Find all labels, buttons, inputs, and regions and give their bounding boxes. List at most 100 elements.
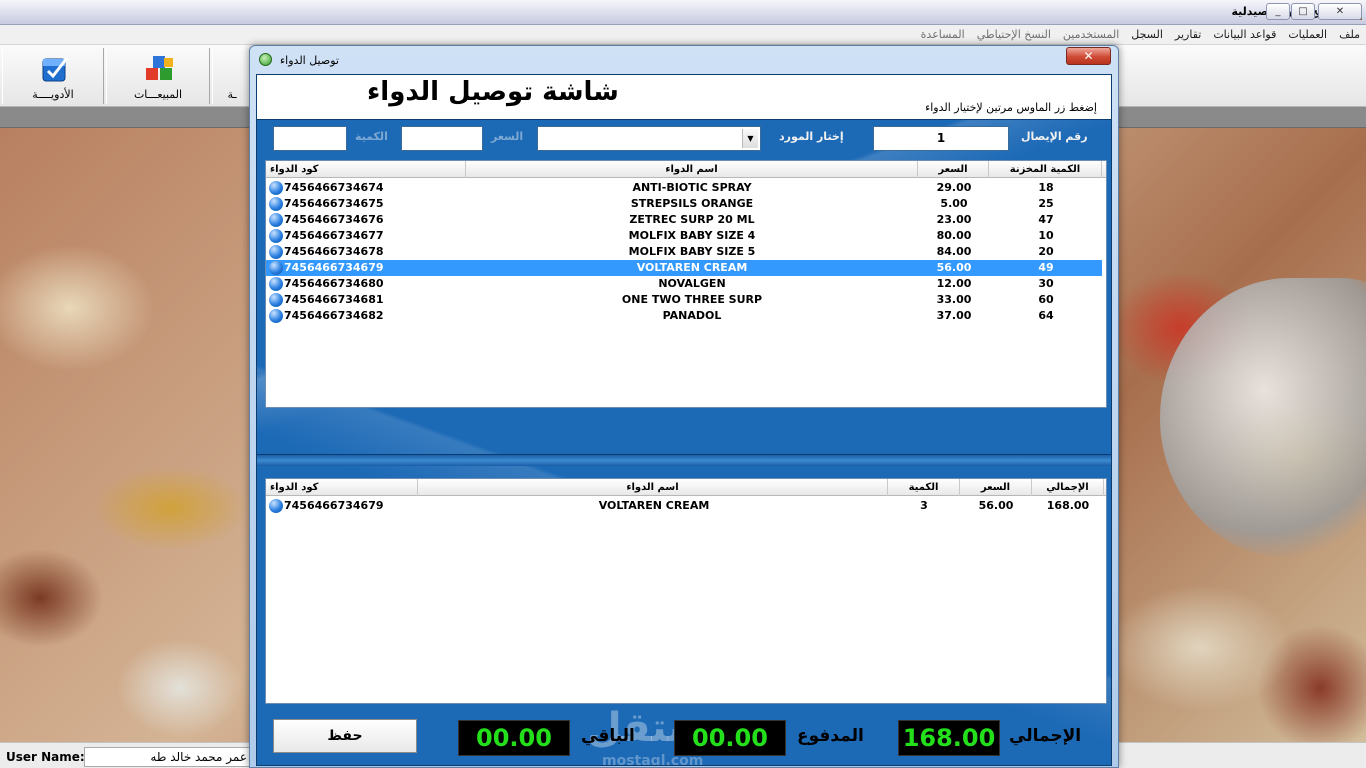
- medicine-bullet-icon: [269, 309, 283, 323]
- row-qty: 3: [920, 499, 928, 512]
- menu-backup[interactable]: النسخ الإحتياطي: [977, 28, 1051, 41]
- price-label: السعر: [491, 130, 524, 143]
- row-name: STREPSILS ORANGE: [630, 197, 754, 210]
- dialog-title-bar: توصيل الدواء ✕: [250, 46, 1118, 73]
- row-price: 37.00: [936, 309, 972, 322]
- row-code: 7456466734679: [284, 261, 384, 274]
- row-total: 168.00: [1046, 499, 1090, 512]
- menu-file[interactable]: ملف: [1339, 28, 1360, 41]
- delivery-items-list[interactable]: كود الدواء اسم الدواء الكمية السعر الإجم…: [265, 478, 1107, 704]
- column-header-price[interactable]: السعر: [918, 161, 989, 178]
- supplier-select[interactable]: ▼: [537, 126, 761, 151]
- row-name: VOLTAREN CREAM: [636, 261, 748, 274]
- row-price: 56.00: [936, 261, 972, 274]
- close-button[interactable]: ✕: [1318, 3, 1362, 20]
- column-header-name[interactable]: اسم الدواء: [418, 479, 888, 496]
- row-name: ZETREC SURP 20 ML: [629, 213, 755, 226]
- row-name: MOLFIX BABY SIZE 5: [628, 245, 756, 258]
- table-row[interactable]: 7456466734679 VOLTAREN CREAM 3 56.00 168.00: [266, 498, 1102, 514]
- column-header-price[interactable]: السعر: [960, 479, 1032, 496]
- menu-log[interactable]: السجل: [1131, 28, 1163, 41]
- save-button[interactable]: حفظ: [273, 719, 417, 753]
- row-stock-qty: 47: [1038, 213, 1054, 226]
- row-price: 23.00: [936, 213, 972, 226]
- row-stock-qty: 60: [1038, 293, 1054, 306]
- medicine-bullet-icon: [269, 229, 283, 243]
- minimize-button[interactable]: _: [1266, 3, 1290, 20]
- lists-separator: [257, 454, 1111, 466]
- supplier-label: إختار المورد: [779, 130, 844, 143]
- table-row[interactable]: 7456466734677 MOLFIX BABY SIZE 4 80.00 10: [266, 228, 1102, 244]
- delivery-list-header: كود الدواء اسم الدواء الكمية السعر الإجم…: [266, 479, 1106, 496]
- menu-help[interactable]: المساعدة: [921, 28, 965, 41]
- user-name-label: User Name:: [6, 750, 85, 764]
- dialog-header: شاشة توصيل الدواء إضغط زر الماوس مرتين ل…: [257, 75, 1111, 120]
- dialog-close-button[interactable]: ✕: [1066, 47, 1111, 65]
- table-row[interactable]: 7456466734674 ANTI-BIOTIC SPRAY 29.00 18: [266, 180, 1102, 196]
- row-code: 7456466734674: [284, 181, 384, 194]
- table-row[interactable]: 7456466734678 MOLFIX BABY SIZE 5 84.00 20: [266, 244, 1102, 260]
- row-stock-qty: 25: [1038, 197, 1054, 210]
- screen-heading: شاشة توصيل الدواء: [367, 77, 619, 107]
- row-code: 7456466734679: [284, 499, 384, 512]
- sales-label: المبيعـــات: [133, 88, 183, 101]
- row-name: VOLTAREN CREAM: [598, 499, 710, 512]
- medicine-bullet-icon: [269, 261, 283, 275]
- stock-list-header: كود الدواء اسم الدواء السعر الكمية المخز…: [266, 161, 1106, 178]
- medicine-bullet-icon: [269, 277, 283, 291]
- medicine-bullet-icon: [269, 245, 283, 259]
- paid-display: 00.00: [674, 720, 786, 756]
- refresh-icon: [259, 53, 272, 66]
- row-stock-qty: 64: [1038, 309, 1054, 322]
- table-row[interactable]: 7456466734680 NOVALGEN 12.00 30: [266, 276, 1102, 292]
- total-display: 168.00: [898, 720, 1000, 756]
- table-row[interactable]: 7456466734676 ZETREC SURP 20 ML 23.00 47: [266, 212, 1102, 228]
- column-header-code[interactable]: كود الدواء: [266, 479, 418, 496]
- menu-users[interactable]: المستخدمين: [1063, 28, 1119, 41]
- column-header-code[interactable]: كود الدواء: [266, 161, 466, 178]
- row-price: 5.00: [940, 197, 968, 210]
- sales-button[interactable]: المبيعـــات: [106, 48, 210, 104]
- column-header-stock-qty[interactable]: الكمية المخزنة: [989, 161, 1102, 178]
- row-price: 29.00: [936, 181, 972, 194]
- chevron-down-icon[interactable]: ▼: [742, 129, 758, 148]
- row-code: 7456466734681: [284, 293, 384, 306]
- column-header-name[interactable]: اسم الدواء: [466, 161, 918, 178]
- toolbar-partial-label: ـة: [227, 88, 237, 101]
- price-input[interactable]: [401, 126, 483, 151]
- row-code: 7456466734677: [284, 229, 384, 242]
- toolbar-button-partial[interactable]: ـة: [212, 48, 252, 104]
- sales-boxes-icon: [146, 56, 173, 80]
- menu-databases[interactable]: قواعد البيانات: [1213, 28, 1276, 41]
- user-name-value: عمر محمد خالد طه: [84, 747, 252, 767]
- dialog-body: شاشة توصيل الدواء إضغط زر الماوس مرتين ل…: [256, 74, 1112, 766]
- main-title-bar: برنامج إدارة الصيدلية _ □ ✕: [0, 0, 1366, 25]
- medicines-button[interactable]: الأدويــــة: [2, 48, 104, 104]
- medicines-label: الأدويــــة: [32, 88, 74, 101]
- dialog-title: توصيل الدواء: [280, 54, 339, 67]
- table-row[interactable]: 7456466734682 PANADOL 37.00 64: [266, 308, 1102, 324]
- receipt-number-input[interactable]: 1: [873, 126, 1009, 151]
- column-header-total[interactable]: الإجمالي: [1032, 479, 1104, 496]
- medicine-bullet-icon: [269, 499, 283, 513]
- double-click-hint: إضغط زر الماوس مرتين لإختيار الدواء: [925, 101, 1097, 114]
- delivery-dialog: توصيل الدواء ✕ شاشة توصيل الدواء إضغط زر…: [249, 45, 1119, 768]
- row-stock-qty: 49: [1038, 261, 1054, 274]
- menu-reports[interactable]: تقارير: [1175, 28, 1201, 41]
- table-row[interactable]: 7456466734681 ONE TWO THREE SURP 33.00 60: [266, 292, 1102, 308]
- stock-medicines-list[interactable]: كود الدواء اسم الدواء السعر الكمية المخز…: [265, 160, 1107, 408]
- table-row-selected[interactable]: 7456466734679 VOLTAREN CREAM 56.00 49: [266, 260, 1102, 276]
- quantity-input[interactable]: [273, 126, 347, 151]
- quantity-label: الكمية: [355, 130, 388, 143]
- row-price: 80.00: [936, 229, 972, 242]
- row-code: 7456466734680: [284, 277, 384, 290]
- column-header-qty[interactable]: الكمية: [888, 479, 960, 496]
- row-price: 84.00: [936, 245, 972, 258]
- row-name: NOVALGEN: [658, 277, 726, 290]
- maximize-button[interactable]: □: [1291, 3, 1315, 20]
- menu-operations[interactable]: العمليات: [1288, 28, 1327, 41]
- total-label: الإجمالي: [1009, 726, 1082, 746]
- table-row[interactable]: 7456466734675 STREPSILS ORANGE 5.00 25: [266, 196, 1102, 212]
- medicine-bullet-icon: [269, 293, 283, 307]
- row-code: 7456466734676: [284, 213, 384, 226]
